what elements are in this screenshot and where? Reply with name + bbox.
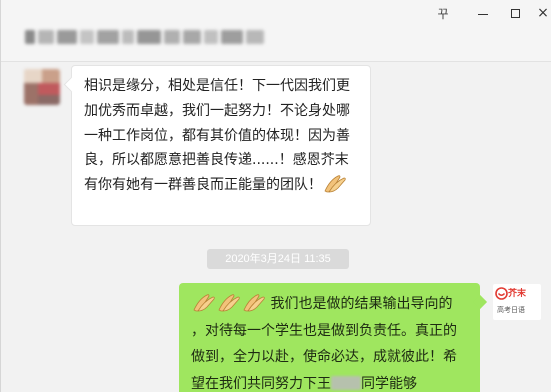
- sent-message-bubble[interactable]: 我们也是做的结果输出导向的 ，对待每一个学生也是做到负责任。真正的做到，全力以赴…: [179, 283, 480, 392]
- scrollbar[interactable]: [547, 64, 550, 384]
- logo-icon: [495, 287, 508, 300]
- clap-icon: [324, 175, 346, 193]
- clap-icon: [218, 294, 240, 312]
- logo-subtitle: 高考日语: [497, 306, 525, 314]
- chat-window: 꾸 × 相识是缘分，相处是信任！下一代因我们更加优秀而卓越，我们一起努力！不论身…: [0, 0, 551, 392]
- minimize-icon: [478, 14, 488, 15]
- sent-message-text: 我们也是做的结果输出导向的 ，对待每一个学生也是做到负责任。真正的做到，全力以赴…: [191, 291, 468, 392]
- minimize-button[interactable]: [472, 4, 494, 22]
- logo-name: 芥末: [508, 289, 527, 299]
- maximize-icon: [510, 8, 520, 18]
- maximize-button[interactable]: [504, 4, 526, 22]
- close-button[interactable]: ×: [532, 4, 551, 22]
- clap-icon: [193, 294, 215, 312]
- pin-button[interactable]: 꾸: [432, 4, 454, 22]
- close-icon: ×: [537, 5, 549, 21]
- sender-avatar[interactable]: [24, 69, 60, 105]
- message-timestamp: 2020年3月24日 11:35: [207, 249, 349, 269]
- received-message-bubble[interactable]: 相识是缘分，相处是信任！下一代因我们更加优秀而卓越，我们一起努力！不论身处哪一种…: [71, 65, 371, 226]
- redacted-name: [331, 375, 361, 390]
- own-avatar-logo[interactable]: 芥末 高考日语: [493, 284, 541, 320]
- received-message-text: 相识是缘分，相处是信任！下一代因我们更加优秀而卓越，我们一起努力！不论身处哪一种…: [84, 78, 350, 194]
- pin-icon: 꾸: [437, 6, 449, 21]
- clap-icon: [243, 294, 265, 312]
- title-bar: 꾸 ×: [1, 0, 551, 62]
- chat-title-redacted: [25, 28, 265, 46]
